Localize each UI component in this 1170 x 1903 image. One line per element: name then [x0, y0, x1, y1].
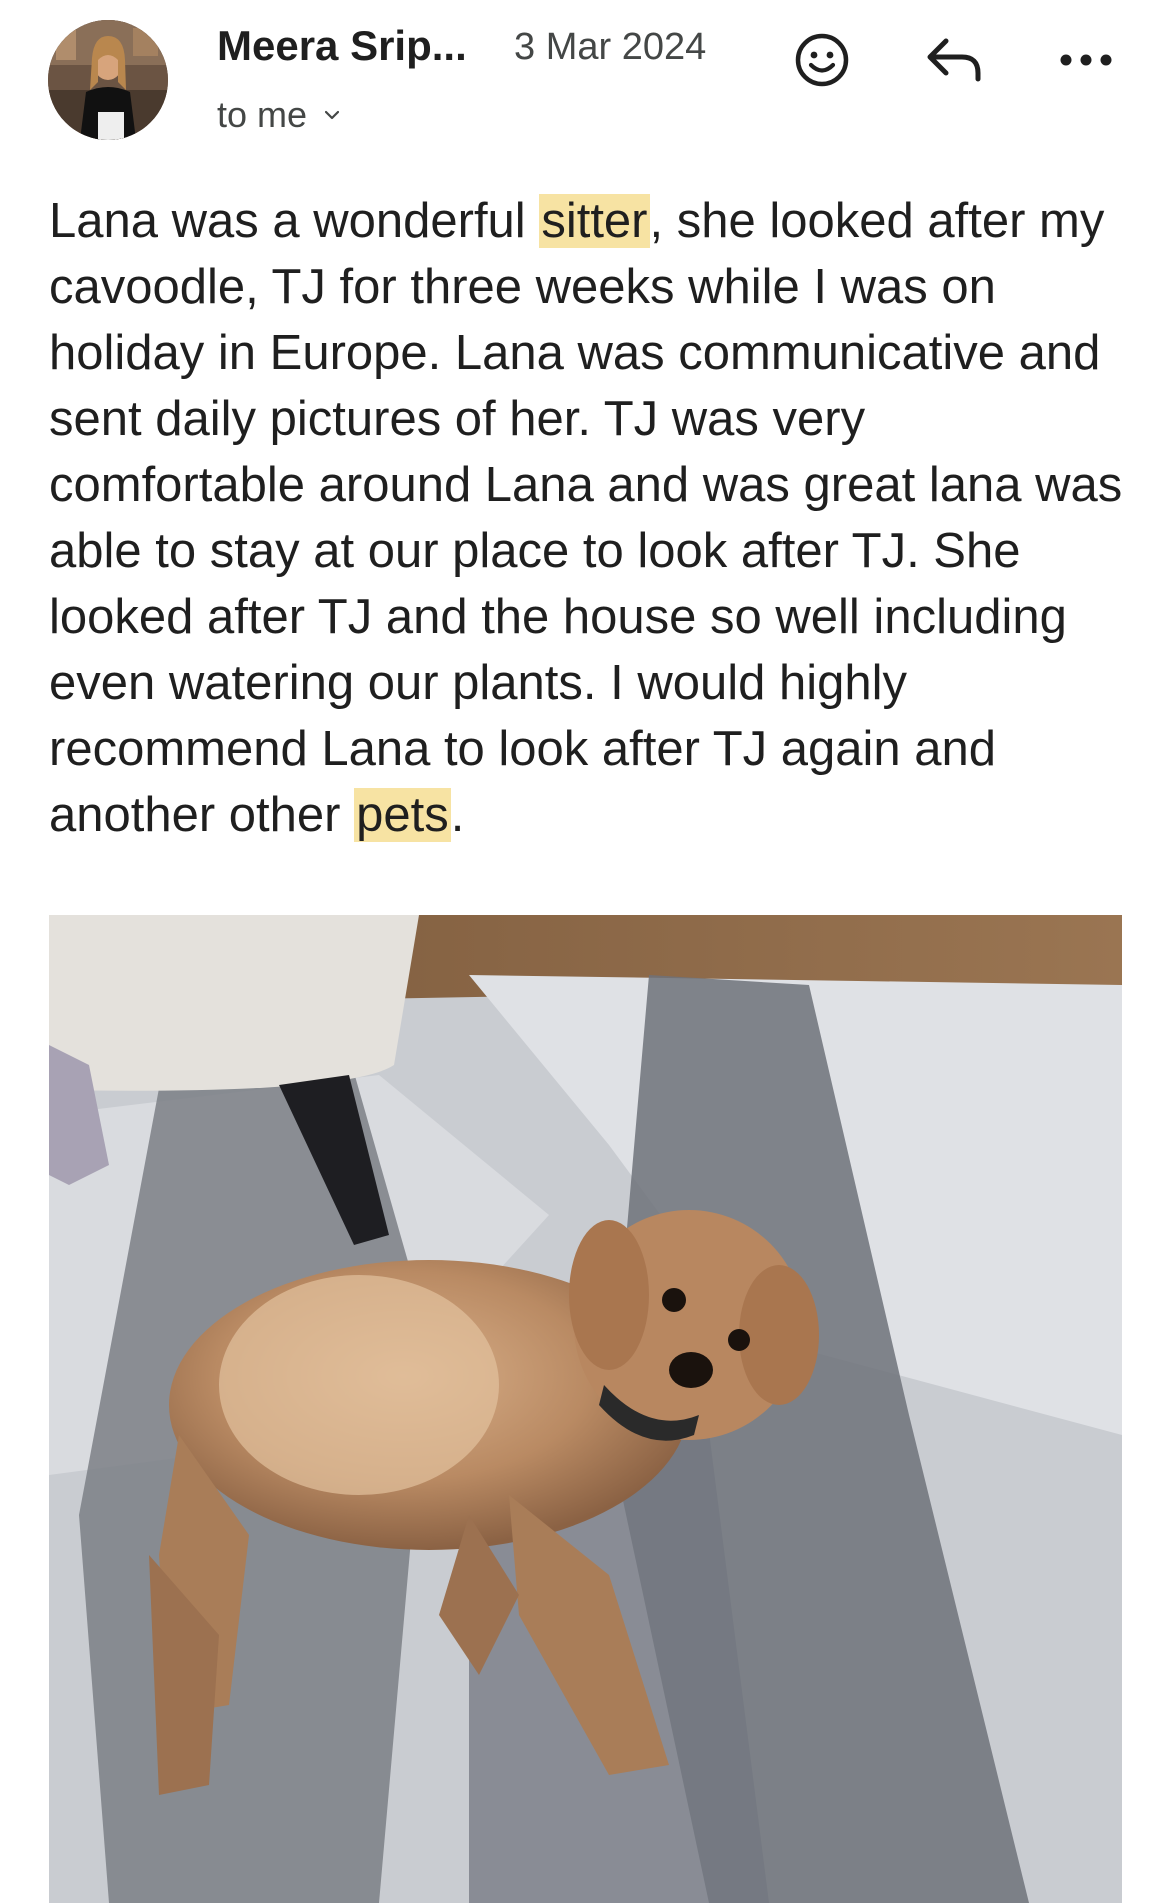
email-body: Lana was a wonderful sitter, she looked …	[49, 188, 1129, 848]
recipient-label: to me	[217, 94, 308, 135]
reply-arrow-icon	[927, 38, 981, 82]
more-dots-icon	[1060, 54, 1112, 66]
reply-button[interactable]	[922, 28, 986, 92]
highlighted-term-sitter: sitter	[539, 194, 650, 248]
sender-avatar[interactable]	[48, 20, 168, 140]
recipient-toggle[interactable]: to me	[217, 94, 340, 136]
body-text-end: .	[450, 788, 465, 842]
chevron-down-icon	[325, 110, 340, 120]
attached-dog-photo[interactable]	[49, 915, 1122, 1903]
sender-name[interactable]: Meera Srip...	[217, 22, 467, 70]
smiley-face-icon	[795, 33, 849, 87]
emoji-reaction-button[interactable]	[790, 28, 854, 92]
email-header: Meera Srip... 3 Mar 2024 to me	[0, 0, 1170, 160]
more-options-button[interactable]	[1054, 28, 1118, 92]
email-date: 3 Mar 2024	[514, 26, 707, 68]
body-text-start: Lana was a wonderful	[49, 194, 540, 248]
body-text-middle: , she looked after my cavoodle, TJ for t…	[49, 194, 1123, 842]
highlighted-term-pets: pets	[354, 788, 451, 842]
